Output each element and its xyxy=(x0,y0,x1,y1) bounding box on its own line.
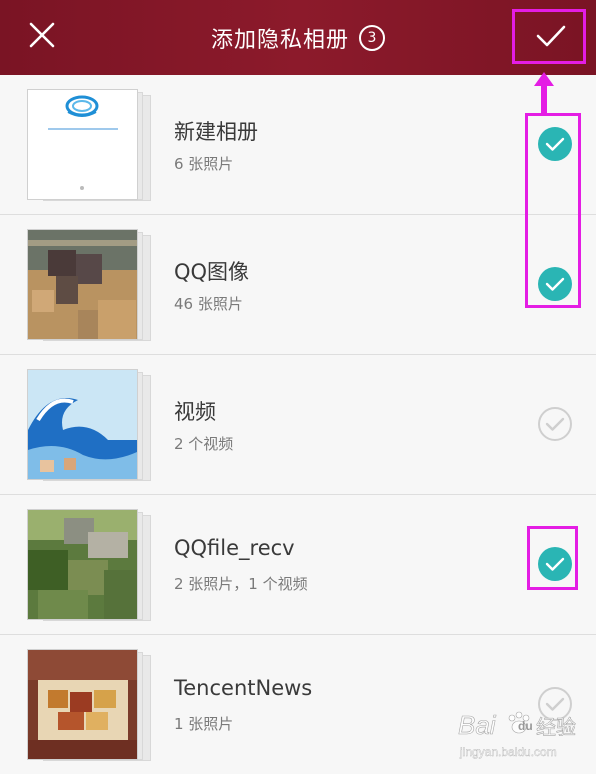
check-circle-icon xyxy=(538,407,572,441)
album-thumbnail xyxy=(27,89,138,200)
top-app-bar: 添加隐私相册 3 xyxy=(0,0,596,75)
watermark-paw-label: du xyxy=(518,719,533,733)
album-count: 2 个视频 xyxy=(174,435,234,453)
album-name: 视频 xyxy=(174,400,216,424)
highlight-confirm-button xyxy=(512,9,586,64)
album-count: 6 张照片 xyxy=(174,155,234,173)
highlight-selected-check-4 xyxy=(527,526,578,590)
album-count: 1 张照片 xyxy=(174,715,234,733)
close-icon xyxy=(29,22,55,48)
album-row[interactable]: 视频 2 个视频 xyxy=(0,355,596,495)
album-thumbnail xyxy=(27,649,138,760)
watermark-url: jingyan.baidu.com xyxy=(459,745,557,759)
album-name: TencentNews xyxy=(174,676,313,700)
close-button[interactable] xyxy=(18,13,66,61)
page-title: 添加隐私相册 xyxy=(210,27,349,53)
album-count: 46 张照片 xyxy=(174,295,243,313)
album-list: 新建相册 6 张照片 QQ图像 46 张照片 视频 2 个视频 QQfile_r… xyxy=(0,75,596,774)
selection-check[interactable] xyxy=(537,406,573,442)
album-name: QQ图像 xyxy=(174,260,250,284)
baidu-jingyan-watermark: Bai du 经验 jingyan.baidu.com xyxy=(456,700,596,764)
album-row[interactable]: QQ图像 46 张照片 xyxy=(0,215,596,355)
album-thumbnail xyxy=(27,509,138,620)
album-name: QQfile_recv xyxy=(174,536,295,560)
watermark-suffix: 经验 xyxy=(536,715,576,739)
album-count: 2 张照片，1 个视频 xyxy=(174,575,308,593)
highlight-selected-checks-top xyxy=(525,113,581,308)
selected-count-badge: 3 xyxy=(359,24,385,51)
watermark-brand: Bai xyxy=(458,710,497,740)
album-thumbnail xyxy=(27,369,138,480)
album-thumbnail xyxy=(27,229,138,340)
album-row[interactable]: 新建相册 6 张照片 xyxy=(0,75,596,215)
up-arrow-icon xyxy=(534,72,554,114)
album-name: 新建相册 xyxy=(174,120,258,144)
album-row[interactable]: QQfile_recv 2 张照片，1 个视频 xyxy=(0,495,596,635)
